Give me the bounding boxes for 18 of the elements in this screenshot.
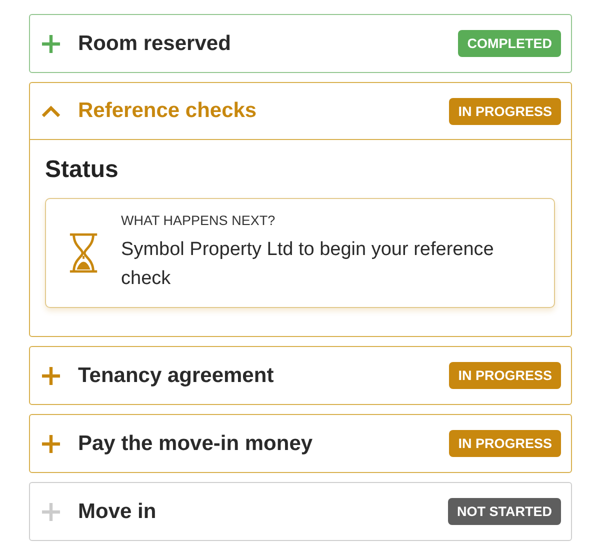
step-header[interactable]: Move in NOT STARTED [30,483,571,540]
section-heading: Status [45,156,120,184]
step-header[interactable]: Room reserved COMPLETED [30,15,571,72]
plus-icon [41,34,61,54]
status-badge: IN PROGRESS [449,98,561,124]
card-message: Symbol Property Ltd to begin your reference check [121,238,495,291]
plus-icon [41,502,61,522]
chevron-up-icon [41,104,61,118]
plus-icon [41,434,61,454]
status-badge: COMPLETED [458,30,561,57]
status-badge: IN PROGRESS [449,362,561,389]
plus-icon [41,366,61,386]
hourglass-icon [68,232,100,274]
status-badge: IN PROGRESS [449,430,561,457]
step-header[interactable]: Pay the move-in money IN PROGRESS [30,415,571,472]
step-header[interactable]: Tenancy agreement IN PROGRESS [30,347,571,404]
status-badge: NOT STARTED [448,498,561,525]
card-label: WHAT HAPPENS NEXT? [121,213,276,228]
